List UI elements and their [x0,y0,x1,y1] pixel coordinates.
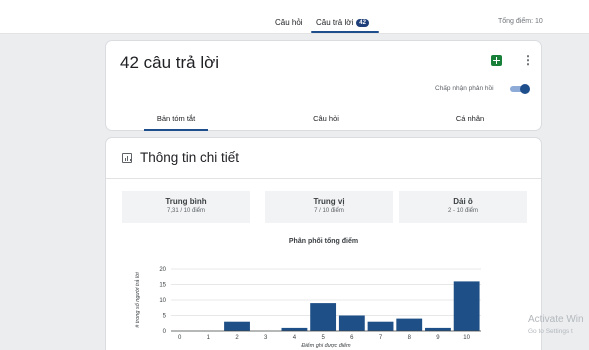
bar [310,303,337,331]
x-tick-label: 2 [235,335,239,341]
y-tick-label: 20 [159,267,166,273]
more-options-icon[interactable]: ⋮ [522,53,534,67]
activate-windows-hint: Go to Settings t [528,328,573,335]
y-axis-label: # trong số người trả lời [134,272,141,328]
tab-question[interactable]: Câu hỏi [294,114,358,123]
chart-bars [224,281,480,331]
active-tab-indicator [311,31,379,33]
tab-questions[interactable]: Câu hỏi [275,18,303,27]
tab-individual[interactable]: Cá nhân [438,114,502,123]
bar [224,321,250,331]
x-tick-label: 1 [207,335,211,341]
x-tick-label: 8 [408,335,412,341]
bar [338,315,365,331]
insights-card: Thông tin chi tiết Trung bình 7,31 / 10 … [105,137,542,350]
y-tick-label: 15 [159,283,166,289]
x-tick-label: 5 [321,335,325,341]
bar [367,321,394,331]
bar [453,281,480,331]
bar [425,327,451,331]
tab-summary[interactable]: Bản tóm tắt [144,114,208,123]
x-tick-label: 4 [293,335,297,341]
x-tick-label: 10 [463,335,470,341]
total-points: Tổng điểm: 10 [498,18,543,25]
accepting-responses-label: Chấp nhận phản hồi [435,85,494,92]
responses-header-card: 42 câu trả lời ⋮ Chấp nhận phản hồi Bản … [105,40,542,131]
score-distribution-chart: 051015200 1 2 3 4 5 6 7 8 9 10 Điểm ghi được điểm … [134,267,481,349]
top-tab-bar: Câu hỏi Câu trả lời 42 Tổng điểm: 10 [0,0,589,34]
x-tick-label: 3 [264,335,268,341]
sheets-icon[interactable] [491,55,502,66]
accepting-responses-toggle[interactable] [508,84,530,94]
y-tick-label: 10 [159,298,166,304]
x-tick-label: 6 [350,335,354,341]
response-count-title: 42 câu trả lời [120,53,220,72]
x-tick-label: 0 [178,335,182,341]
active-subtab-indicator [144,129,208,131]
x-tick-label: 9 [436,335,440,341]
bar [281,327,308,331]
toggle-knob [520,84,530,94]
tab-responses-label: Câu trả lời [316,18,354,27]
response-count-badge: 42 [356,19,369,27]
bar [396,318,423,331]
y-tick-label: 0 [163,329,167,335]
y-tick-label: 5 [163,314,167,320]
tab-responses[interactable]: Câu trả lời 42 [316,18,369,27]
x-axis-label: Điểm ghi được điểm [301,342,351,349]
activate-windows-watermark: Activate Win [528,314,584,325]
x-tick-label: 7 [379,335,383,341]
